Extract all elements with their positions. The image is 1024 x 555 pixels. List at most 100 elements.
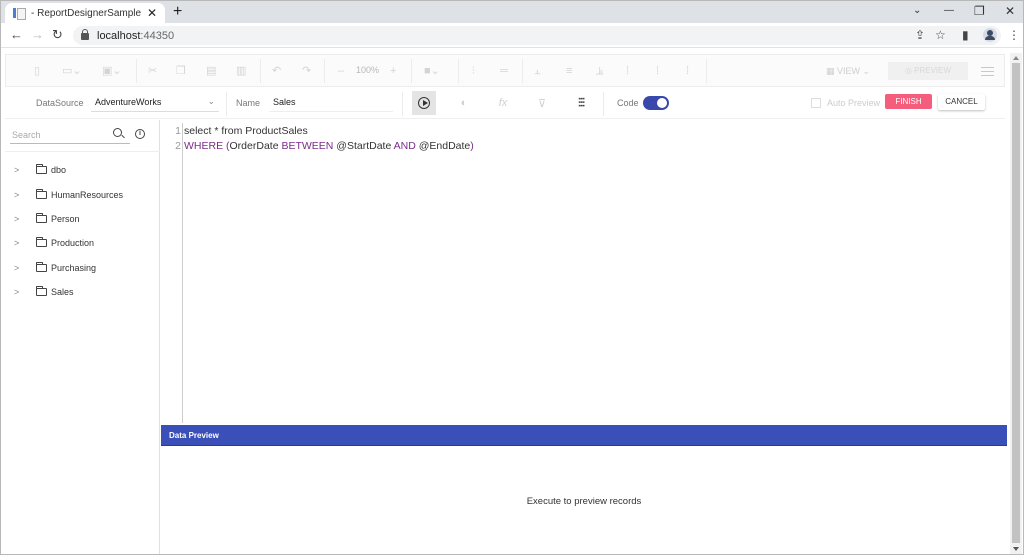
scrollbar-thumb[interactable] (1012, 63, 1020, 543)
hamburger-menu-icon[interactable] (981, 67, 994, 76)
tree-item-person[interactable]: > Person (5, 207, 160, 231)
sql-keyword: BETWEEN (281, 140, 334, 152)
code-token: select * from ProductSales (184, 125, 308, 137)
line-number: 2 (175, 140, 181, 152)
parameters-button[interactable]: ⫶⫶⫶ (569, 91, 593, 115)
align-bottom-icon[interactable]: ⫡ (596, 65, 603, 77)
distribute-left-icon[interactable]: ⁞ (626, 65, 629, 77)
code-line[interactable]: select * from ProductSales (184, 124, 474, 139)
tree-item-label: Production (51, 238, 95, 249)
sql-code-editor[interactable]: 1 2 select * from ProductSales WHERE (Ord… (161, 120, 1007, 424)
tab-strip: - ReportDesignerSample ✕ + ⌄ — ❐ ✕ (1, 1, 1023, 23)
delete-icon[interactable]: ▥ (236, 65, 246, 77)
info-icon[interactable]: i (135, 129, 145, 139)
paste-icon[interactable]: ▤ (206, 65, 216, 77)
toolbar-divider (260, 59, 261, 83)
side-panel-icon[interactable]: ▮ (962, 27, 969, 43)
code-line[interactable]: WHERE (OrderDate BETWEEN @StartDate AND … (184, 139, 474, 154)
code-content[interactable]: select * from ProductSales WHERE (OrderDa… (184, 124, 474, 154)
sql-keyword: WHERE (184, 140, 224, 152)
datasource-label: DataSource (36, 98, 84, 108)
view-dropdown[interactable]: ▦ VIEW ⌄ (826, 66, 870, 77)
tree-item-dbo[interactable]: > dbo (5, 158, 160, 182)
name-input[interactable]: Sales (269, 94, 393, 112)
zoom-in-icon[interactable]: + (390, 65, 396, 77)
code-toggle[interactable] (643, 96, 669, 110)
copy-icon[interactable]: ❐ (176, 65, 186, 77)
open-folder-icon[interactable]: ▭⌄ (62, 65, 82, 77)
tab-search-icon[interactable]: ⌄ (913, 3, 921, 19)
browser-menu-icon[interactable]: ⋮ (1008, 27, 1020, 43)
align-left-icon[interactable]: ⫶ (472, 65, 475, 77)
finish-button[interactable]: FINISH (885, 94, 932, 109)
designer-toolbar: ▯ ▭⌄ ▣⌄ ✂ ❐ ▤ ▥ ↶ ↷ – 100% + ■⌄ ⫶ ═ ⫠ ≡ … (5, 54, 1005, 87)
scroll-down-icon[interactable] (1013, 547, 1019, 551)
toolbar-divider (706, 59, 707, 83)
chevron-right-icon[interactable]: > (14, 238, 24, 248)
tree-item-sales[interactable]: > Sales (5, 280, 160, 304)
new-tab-button[interactable]: + (173, 4, 182, 20)
expression-button[interactable]: fx (491, 91, 515, 115)
address-bar: ← → ↻ localhost:44350 ⇪ ☆ ▮ ⋮ (1, 23, 1023, 48)
cut-icon[interactable]: ✂ (148, 65, 157, 77)
fill-color-icon[interactable]: ■⌄ (424, 65, 440, 77)
chevron-right-icon[interactable]: > (14, 214, 24, 224)
tree-item-purchasing[interactable]: > Purchasing (5, 256, 160, 280)
align-middle-icon[interactable]: ≡ (566, 65, 572, 77)
join-button[interactable]: ◐ (452, 91, 476, 115)
browser-tab[interactable]: - ReportDesignerSample ✕ (5, 3, 165, 23)
view-icon: ▦ (826, 66, 838, 76)
auto-preview-checkbox[interactable] (811, 98, 821, 108)
forward-icon[interactable]: → (31, 27, 44, 43)
align-center-icon[interactable]: ═ (500, 65, 508, 77)
line-number: 1 (175, 125, 181, 137)
undo-icon[interactable]: ↶ (272, 65, 281, 77)
datasource-select[interactable]: AdventureWorks ⌄ (91, 94, 219, 112)
tab-close-icon[interactable]: ✕ (147, 6, 157, 20)
close-window-icon[interactable]: ✕ (1005, 3, 1015, 19)
code-token: ) (470, 140, 474, 152)
back-icon[interactable]: ← (10, 27, 23, 43)
code-token: OrderDate (229, 140, 282, 152)
distribute-center-icon[interactable]: ⁞ (656, 65, 659, 77)
preview-button[interactable]: ◎ PREVIEW (888, 62, 968, 80)
url-input[interactable]: localhost:44350 (73, 26, 1001, 45)
divider (603, 92, 604, 116)
profile-avatar-icon[interactable] (983, 28, 997, 42)
minimize-icon[interactable]: — (944, 3, 954, 19)
tree-item-production[interactable]: > Production (5, 231, 160, 255)
toolbar-divider (136, 59, 137, 83)
tab-title: - ReportDesignerSample (31, 7, 142, 19)
tree-item-label: dbo (51, 165, 67, 176)
redo-icon[interactable]: ↷ (302, 65, 311, 77)
chevron-right-icon[interactable]: > (14, 190, 24, 200)
scroll-up-icon[interactable] (1013, 56, 1019, 60)
name-label: Name (236, 98, 261, 108)
reload-icon[interactable]: ↻ (52, 27, 63, 43)
tree-item-humanresources[interactable]: > HumanResources (5, 182, 160, 206)
auto-preview-label: Auto Preview (827, 98, 881, 108)
zoom-out-icon[interactable]: – (338, 65, 344, 77)
search-icon[interactable] (113, 128, 122, 137)
share-icon[interactable]: ⇪ (915, 27, 925, 43)
editor-caret-line (182, 123, 183, 423)
code-label: Code (617, 98, 639, 108)
new-file-icon[interactable]: ▯ (34, 65, 40, 77)
save-icon[interactable]: ▣⌄ (102, 65, 122, 77)
distribute-right-icon[interactable]: ⁞ (686, 65, 689, 77)
datasource-value: AdventureWorks (95, 97, 162, 107)
fx-icon: fx (498, 97, 508, 109)
chevron-right-icon[interactable]: > (14, 165, 24, 175)
bookmark-star-icon[interactable]: ☆ (935, 27, 946, 43)
cancel-button[interactable]: CANCEL (938, 94, 985, 110)
chevron-right-icon[interactable]: > (14, 263, 24, 273)
schema-search-input[interactable]: Search (10, 127, 130, 144)
align-top-icon[interactable]: ⫠ (534, 65, 541, 77)
restore-icon[interactable]: ❐ (974, 3, 985, 19)
chevron-right-icon[interactable]: > (14, 287, 24, 297)
filter-button[interactable]: ⊽ (530, 91, 554, 115)
url-host: localhost (97, 29, 141, 42)
browser-window: - ReportDesignerSample ✕ + ⌄ — ❐ ✕ ← → ↻… (0, 0, 1024, 555)
execute-button[interactable] (412, 91, 436, 115)
page-scrollbar[interactable] (1010, 53, 1022, 554)
